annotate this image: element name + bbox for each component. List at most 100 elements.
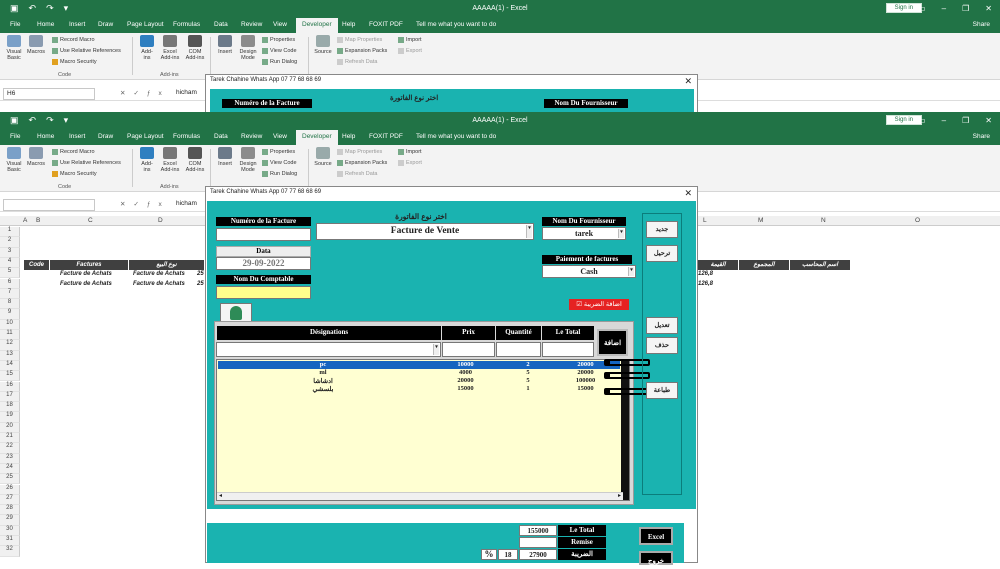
export-button[interactable]: Export [398,160,422,166]
addins-button[interactable]: Add-ins [138,147,156,173]
tab-file[interactable]: File [10,133,20,140]
list-item[interactable]: ادشاشا 20000 5 100000 [218,377,620,385]
supplier-select[interactable]: tarek ▾ [542,227,626,240]
tab-review[interactable]: Review [241,21,262,28]
tab-formulas[interactable]: Formulas [173,21,200,28]
view-code-button[interactable]: View Code [262,160,297,166]
share-button[interactable]: Share [973,21,990,28]
ribbon-display-icon[interactable]: ▭ [918,116,926,125]
visual-basic-button[interactable]: Visual Basic [4,147,24,173]
chevron-down-icon[interactable]: ▾ [433,344,439,355]
row-header[interactable]: 27 [0,494,20,506]
col-n[interactable]: N [821,217,826,224]
properties-button[interactable]: Properties [262,37,295,43]
addins-button[interactable]: Add-ins [138,35,156,61]
tab-view[interactable]: View [273,133,287,140]
tab-help[interactable]: Help [342,21,355,28]
row-header[interactable]: 12 [0,340,20,351]
visual-basic-button[interactable]: Visual Basic [4,35,24,61]
name-box[interactable] [3,199,95,211]
source-button[interactable]: Source [313,35,333,55]
macro-security-button[interactable]: Macro Security [52,59,97,65]
row-header[interactable]: 20 [0,422,20,433]
expansion-packs-button[interactable]: Expansion Packs [337,160,387,166]
fx-icon[interactable]: ✕✓ƒx [120,89,170,97]
list-item[interactable]: بلسشي 15000 1 15000 [218,385,620,393]
accountant-input[interactable] [216,286,311,299]
export-button[interactable]: Export [398,48,422,54]
record-macro-button[interactable]: Record Macro [52,37,95,43]
col-m[interactable]: M [758,217,763,224]
row-header[interactable]: 19 [0,412,20,423]
tab-data[interactable]: Data [214,21,228,28]
tab-developer[interactable]: Developer [296,18,338,33]
row-header[interactable]: 15 [0,371,20,382]
tab-foxit[interactable]: FOXIT PDF [369,21,403,28]
tab-formulas[interactable]: Formulas [173,133,200,140]
expansion-packs-button[interactable]: Expansion Packs [337,48,387,54]
header-accountant[interactable]: اسم المحاسب [790,260,850,270]
row-header[interactable]: 32 [0,546,20,557]
tab-page-layout[interactable]: Page Layout [127,133,164,140]
row-header[interactable]: 22 [0,443,20,454]
close-icon[interactable]: ✕ [985,116,992,125]
row-header[interactable]: 3 [0,247,20,258]
header-type[interactable]: نوع البيع [129,260,204,270]
tab-home[interactable]: Home [37,133,54,140]
cell-c5[interactable]: Facture de Achats [60,271,112,277]
share-button[interactable]: Share [973,133,990,140]
date-input[interactable]: 29-09-2022 [216,257,311,270]
cell-e5[interactable]: 25 [197,271,204,277]
macros-button[interactable]: Macros [26,147,46,167]
cell-d5[interactable]: Facture de Achats [133,271,185,277]
restore-icon[interactable]: ❐ [962,116,969,125]
vertical-scrollbar[interactable] [621,360,629,500]
row-header[interactable]: 24 [0,463,20,475]
cell-d6[interactable]: Facture de Achats [133,281,185,287]
remise-input[interactable] [519,537,557,548]
row-header[interactable]: 25 [0,474,20,485]
total-input[interactable] [542,342,594,357]
map-properties-button[interactable]: Map Properties [337,149,382,155]
tab-view[interactable]: View [273,21,287,28]
row-header[interactable]: 21 [0,433,20,444]
view-code-button[interactable]: View Code [262,48,297,54]
sign-in-button-back[interactable]: Sign in [885,3,922,13]
fx-icon[interactable]: ✕✓ƒx [120,200,170,208]
scroll-right-icon[interactable]: ▸ [618,492,621,499]
name-box-back[interactable]: H6 [3,88,95,100]
macros-button[interactable]: Macros [26,35,46,55]
quantity-input[interactable] [496,342,541,357]
items-list[interactable]: pc 10000 2 20000 ml 4000 5 20000 ادشاشا … [216,359,630,501]
row-header[interactable]: 9 [0,309,20,320]
row-header[interactable]: 30 [0,525,20,536]
header-total[interactable]: القيمة [698,260,738,270]
cell-l5[interactable]: 126,8 [698,271,713,277]
tab-insert[interactable]: Insert [69,133,85,140]
cell-e6[interactable]: 25 [197,281,204,287]
tab-foxit[interactable]: FOXIT PDF [369,133,403,140]
tab-insert[interactable]: Insert [69,21,85,28]
tab-help[interactable]: Help [342,133,355,140]
col-o[interactable]: O [915,217,920,224]
payment-select[interactable]: Cash ▾ [542,265,636,278]
row-header[interactable]: 6 [0,278,20,289]
minimize-icon[interactable]: – [942,4,946,13]
header-code[interactable]: Code [24,260,49,270]
scroll-left-icon[interactable]: ◂ [219,492,222,499]
row-header[interactable]: 8 [0,299,20,310]
excel-addins-button[interactable]: Excel Add-ins [160,35,180,61]
header-factures[interactable]: Factures [50,260,128,270]
excel-button[interactable]: Excel [639,527,673,545]
macro-security-button[interactable]: Macro Security [52,171,97,177]
dialog-close-icon[interactable]: ✕ [684,188,692,199]
tab-draw[interactable]: Draw [98,133,113,140]
row-header[interactable]: 11 [0,330,20,341]
col-l[interactable]: L [703,217,707,224]
import-button[interactable]: Import [398,37,422,43]
row-header[interactable]: 16 [0,381,20,392]
chevron-down-icon[interactable]: ▾ [526,225,532,238]
row-header[interactable]: 28 [0,505,20,516]
tell-me-search[interactable]: Tell me what you want to do [416,133,496,140]
total-value[interactable]: 155000 [519,525,557,536]
